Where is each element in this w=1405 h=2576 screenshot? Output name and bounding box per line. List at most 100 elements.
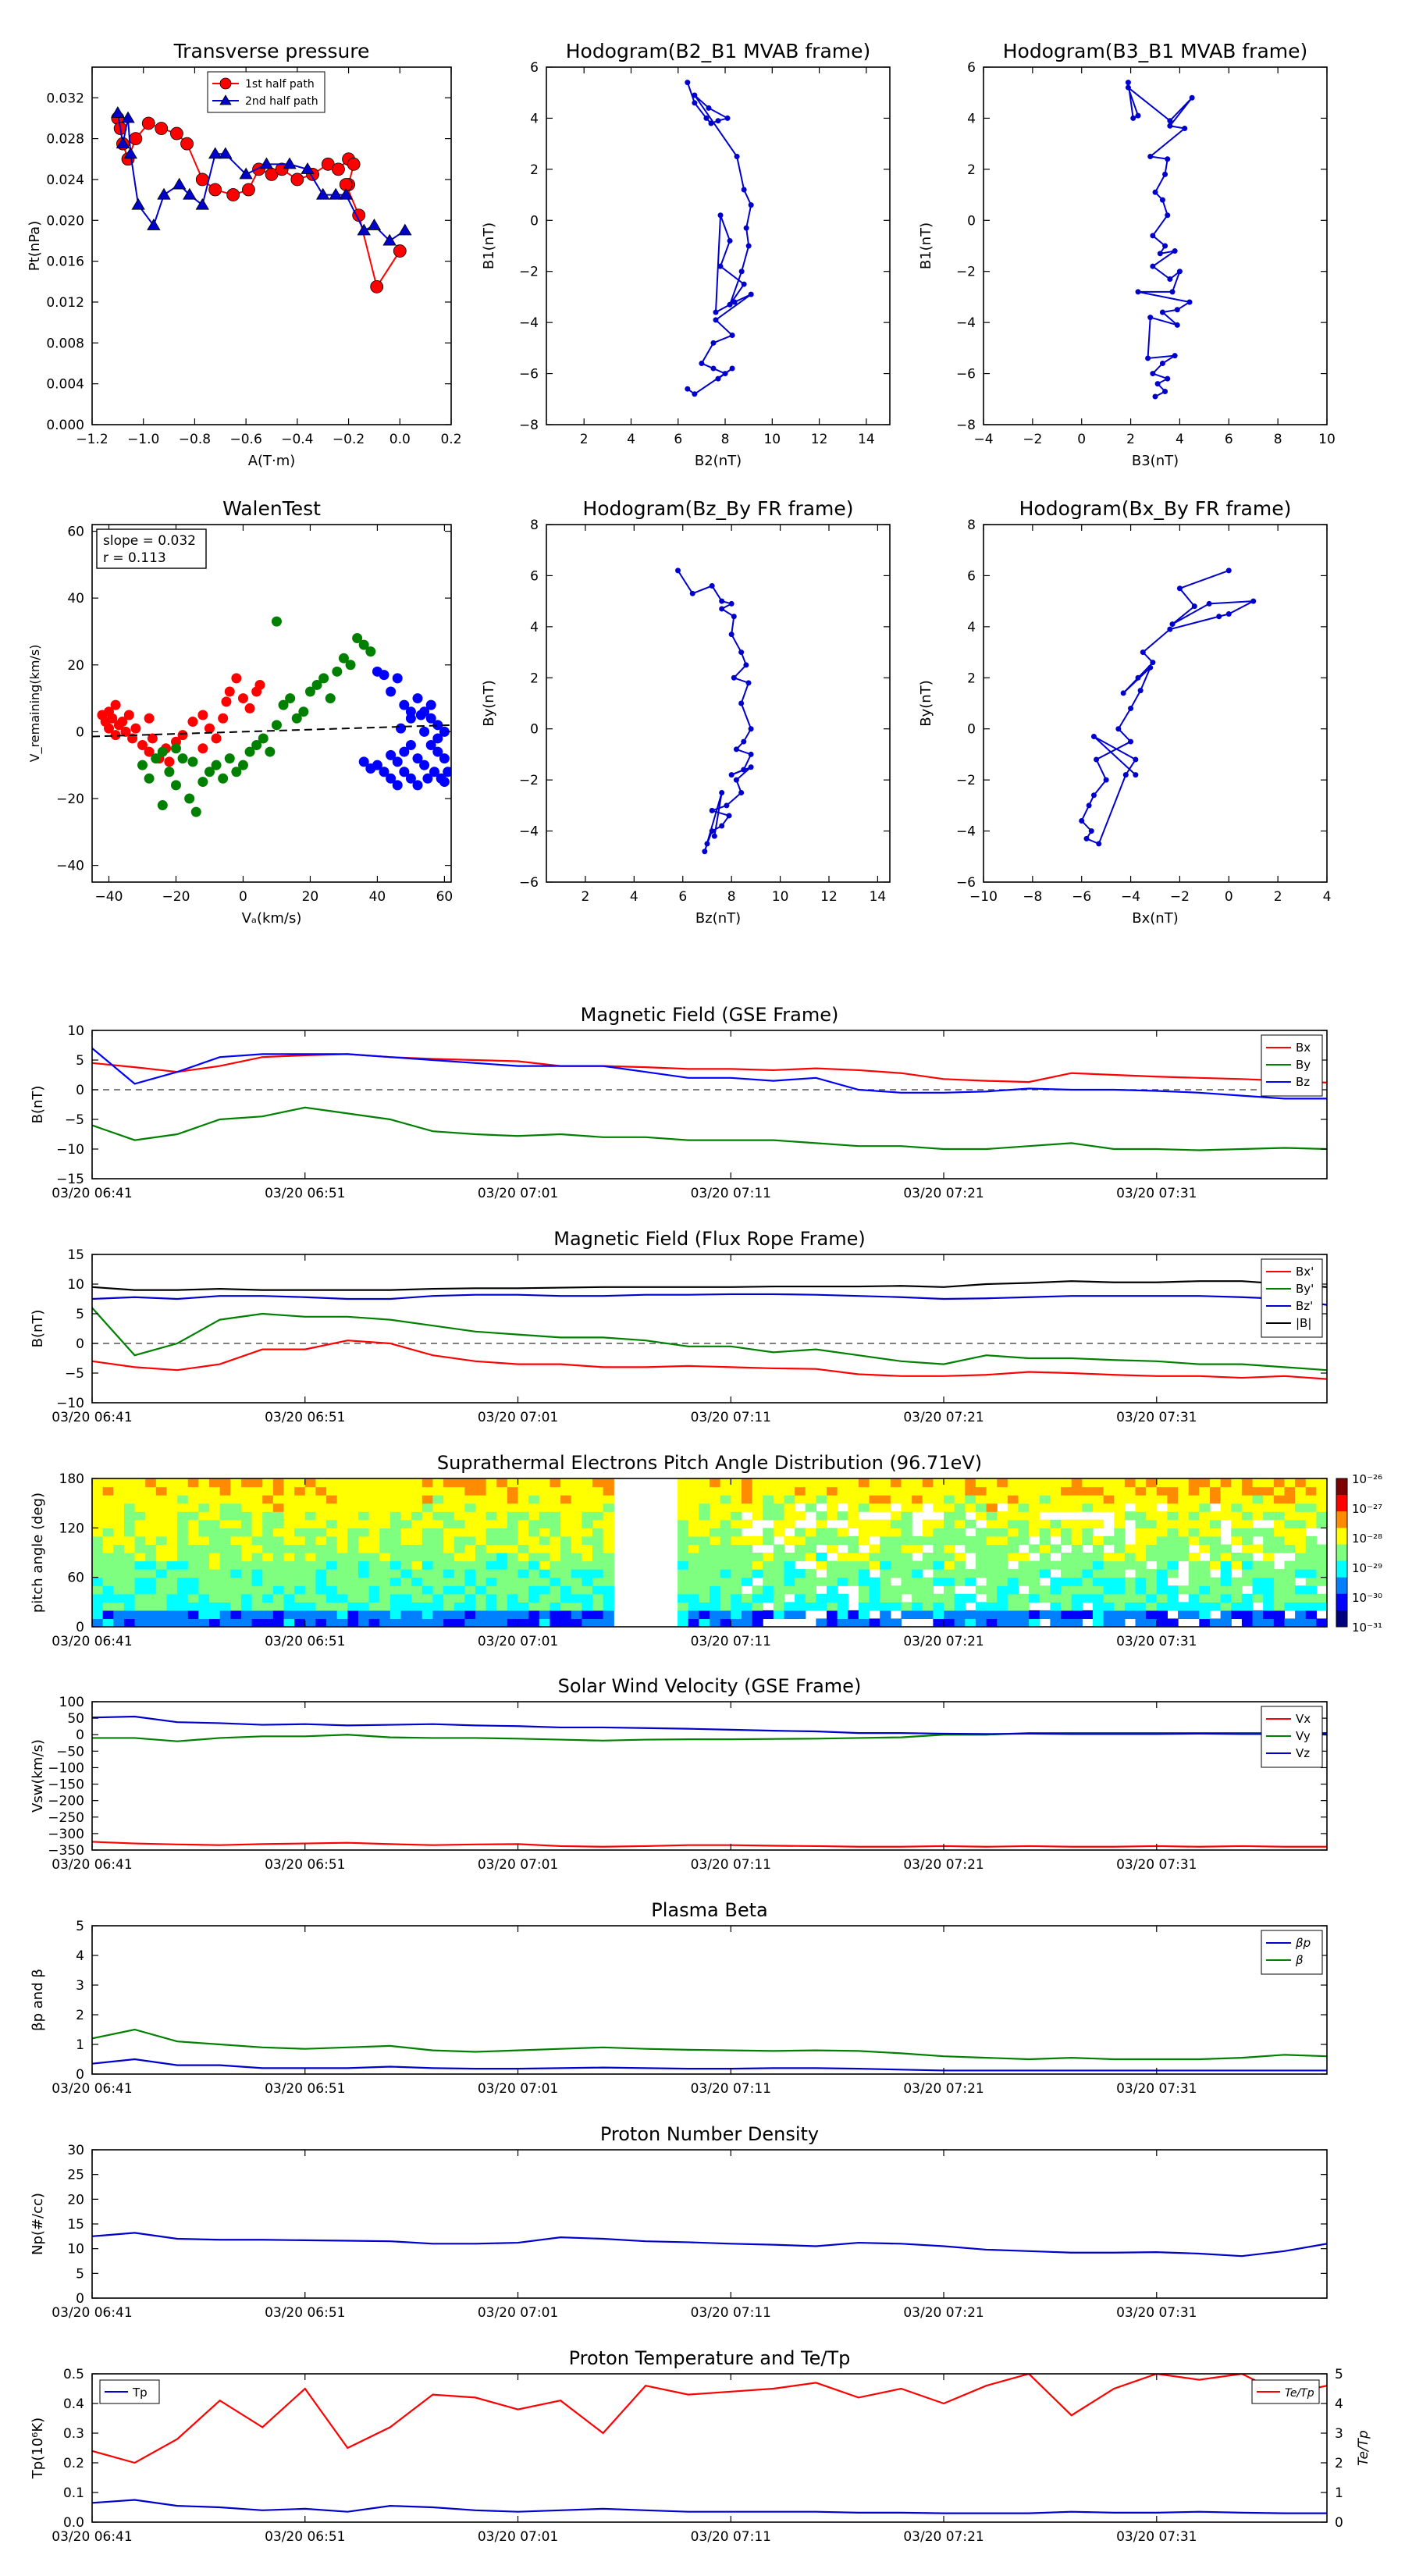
heatmap-cell <box>827 1560 838 1570</box>
x-tick-label: 0 <box>239 889 247 905</box>
heatmap-cell <box>1316 1618 1327 1627</box>
heatmap-cell <box>507 1593 519 1603</box>
heatmap-cell <box>209 1478 221 1488</box>
heatmap-cell <box>965 1618 976 1627</box>
heatmap-cell <box>997 1511 1008 1521</box>
heatmap-cell <box>1050 1478 1062 1488</box>
x-tick-label: 03/20 07:31 <box>1116 2305 1197 2321</box>
data-point <box>1165 375 1171 382</box>
heatmap-cell <box>411 1618 423 1627</box>
heatmap-cell <box>1007 1503 1019 1512</box>
heatmap-cell <box>528 1535 540 1546</box>
y-tick-label: 0.5 <box>63 2367 84 2382</box>
heatmap-cell <box>1241 1495 1254 1504</box>
y-tick-label: 0.3 <box>63 2426 84 2442</box>
data-point <box>412 780 423 791</box>
heatmap-cell <box>933 1495 944 1504</box>
heatmap-cell <box>1135 1495 1147 1504</box>
plot-area <box>111 106 412 294</box>
heatmap-cell <box>890 1618 902 1627</box>
heatmap-cell <box>123 1503 136 1512</box>
heatmap-cell <box>411 1569 423 1578</box>
heatmap-cell <box>262 1602 274 1611</box>
heatmap-cell <box>209 1486 221 1496</box>
heatmap-cell <box>1252 1486 1264 1496</box>
heatmap-cell <box>603 1544 614 1553</box>
heatmap-cell <box>1071 1495 1083 1504</box>
heatmap-cell <box>1050 1519 1062 1528</box>
heatmap-cell <box>1114 1610 1126 1620</box>
heatmap-cell <box>837 1577 848 1586</box>
heatmap-cell <box>528 1511 540 1521</box>
heatmap-cell <box>92 1602 104 1611</box>
heatmap-cell <box>539 1560 551 1570</box>
heatmap-cell <box>1029 1503 1040 1512</box>
heatmap-cell <box>720 1486 731 1496</box>
plot-area <box>92 1715 1327 1848</box>
heatmap-cell <box>741 1544 753 1553</box>
heatmap-cell <box>518 1560 529 1570</box>
y-tick-label: 2 <box>967 671 976 686</box>
heatmap-cell <box>389 1535 402 1546</box>
heatmap-cell <box>858 1503 870 1512</box>
heatmap-cell <box>688 1560 699 1570</box>
y-tick-label: 0 <box>76 2291 84 2307</box>
heatmap-cell <box>986 1610 998 1620</box>
heatmap-cell <box>1007 1569 1019 1578</box>
x-tick-label: −40 <box>95 889 123 905</box>
heatmap-cell <box>1273 1486 1286 1496</box>
heatmap-cell <box>507 1486 519 1496</box>
heatmap-cell <box>795 1528 806 1537</box>
heatmap-cell <box>507 1585 519 1595</box>
heatmap-cell <box>113 1553 125 1562</box>
heatmap-cell <box>1061 1593 1072 1603</box>
heatmap-cell <box>1135 1618 1147 1627</box>
heatmap-cell <box>1092 1593 1104 1603</box>
data-point <box>1137 688 1144 694</box>
heatmap-cell <box>454 1503 465 1512</box>
heatmap-cell <box>528 1519 540 1528</box>
y-tick-label: 0 <box>530 722 539 738</box>
data-point <box>131 197 145 210</box>
heatmap-cell <box>1220 1544 1232 1553</box>
data-point <box>738 700 745 706</box>
heatmap-cell <box>912 1602 923 1611</box>
data-point <box>1225 611 1232 617</box>
heatmap-cell <box>933 1486 944 1496</box>
heatmap-cell <box>1018 1503 1030 1512</box>
heatmap-cell <box>1146 1569 1158 1578</box>
heatmap-cell <box>166 1486 178 1496</box>
heatmap-cell <box>496 1593 508 1603</box>
data-point <box>237 760 248 770</box>
heatmap-cell <box>678 1610 689 1620</box>
data-point <box>197 710 208 720</box>
heatmap-cell <box>741 1610 753 1620</box>
heatmap-cell <box>411 1610 423 1620</box>
heatmap-cell <box>752 1560 763 1570</box>
heatmap-cell <box>944 1495 955 1504</box>
heatmap-cell <box>571 1495 582 1504</box>
heatmap-cell <box>975 1495 987 1504</box>
heatmap-cell <box>209 1553 221 1562</box>
heatmap-cell <box>177 1618 189 1627</box>
heatmap-cell <box>858 1585 870 1595</box>
heatmap-cell <box>880 1478 891 1488</box>
heatmap-cell <box>720 1593 731 1603</box>
heatmap-cell <box>230 1569 242 1578</box>
heatmap-cell <box>347 1535 359 1546</box>
heatmap-cell <box>710 1495 721 1504</box>
heatmap-cell <box>230 1544 242 1553</box>
heatmap-cell <box>1018 1528 1030 1537</box>
heatmap-cell <box>816 1511 827 1521</box>
heatmap-cell <box>400 1610 412 1620</box>
heatmap-cell <box>187 1569 199 1578</box>
heatmap-cell <box>1295 1593 1307 1603</box>
heatmap-cell <box>1252 1610 1264 1620</box>
chart-tp: Proton Temperature and Te/Tp03/20 06:41 0… <box>30 2347 1371 2545</box>
heatmap-cell <box>1209 1585 1222 1595</box>
heatmap-cell <box>1114 1577 1126 1586</box>
heatmap-cell <box>1029 1577 1040 1586</box>
heatmap-cell <box>443 1560 455 1570</box>
heatmap-cell <box>166 1585 178 1595</box>
x-tick-label: 03/20 06:41 <box>52 1634 132 1649</box>
